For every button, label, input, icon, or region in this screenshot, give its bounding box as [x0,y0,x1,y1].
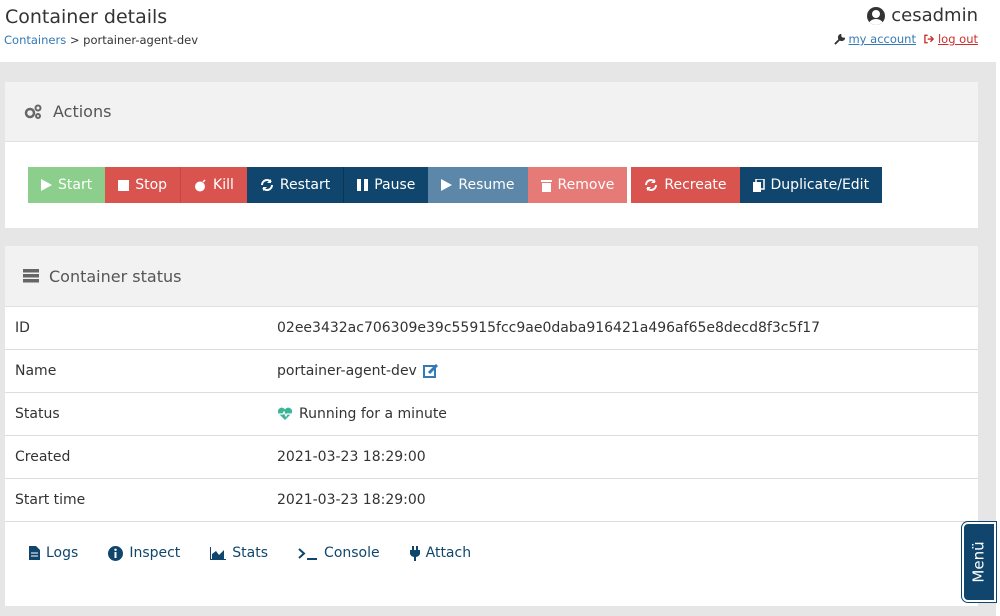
log-out-label: log out [937,32,978,46]
sign-out-icon [924,34,935,44]
main-content: Actions Start Stop Kill Restart Pause Re… [0,62,996,616]
resume-button[interactable]: Resume [428,167,528,203]
menu-tab-label: Menü [970,541,988,583]
wrench-icon [834,33,846,45]
console-link[interactable]: Console [298,545,380,561]
inspect-link[interactable]: Inspect [108,545,180,561]
resume-label: Resume [458,177,515,193]
container-links: Logs Inspect Stats Console Attach [5,522,978,584]
breadcrumb-separator: > [69,33,80,47]
restart-label: Restart [279,177,331,193]
status-key: Start time [15,492,86,508]
cogs-icon [24,104,42,119]
stop-icon [118,179,130,191]
play-icon [441,179,453,191]
status-row-id: ID 02ee3432ac706309e39c55915fcc9ae0daba9… [5,307,978,350]
edit-icon[interactable] [422,363,439,379]
container-status-value: Running for a minute [277,406,447,422]
pause-button[interactable]: Pause [343,167,429,203]
status-row-created: Created 2021-03-23 18:29:00 [5,436,978,479]
stop-label: Stop [135,177,168,193]
play-icon [41,179,52,191]
created-value: 2021-03-23 18:29:00 [277,449,426,465]
container-id-value: 02ee3432ac706309e39c55915fcc9ae0daba9164… [277,320,820,336]
action-buttons: Start Stop Kill Restart Pause Resume Rem… [28,167,883,203]
start-label: Start [58,177,93,193]
console-label: Console [324,545,380,561]
plug-icon [409,545,420,561]
recreate-button[interactable]: Recreate [631,167,740,203]
remove-label: Remove [557,177,615,193]
page-header: Container details Containers > portainer… [0,0,1000,62]
inspect-label: Inspect [129,545,181,561]
kill-label: Kill [213,177,234,193]
refresh-icon [645,179,658,191]
refresh-icon [260,179,273,191]
start-button[interactable]: Start [28,167,106,203]
breadcrumb-current: portainer-agent-dev [83,33,199,47]
my-account-link[interactable]: my account [834,32,916,46]
container-status-panel: Container status ID 02ee3432ac706309e39c… [5,246,978,606]
restart-button[interactable]: Restart [246,167,344,203]
created-text: 2021-03-23 18:29:00 [277,449,426,465]
file-text-icon [29,546,40,560]
status-panel-header: Container status [5,246,978,307]
area-chart-icon [210,546,227,560]
username: cesadmin [891,5,978,26]
actions-panel: Actions Start Stop Kill Restart Pause Re… [5,82,978,228]
start-time-value: 2021-03-23 18:29:00 [277,492,426,508]
breadcrumb: Containers > portainer-agent-dev [4,33,198,47]
user-circle-icon [867,6,886,25]
status-row-name: Name portainer-agent-dev [5,350,978,393]
status-row-start-time: Start time 2021-03-23 18:29:00 [5,479,978,522]
bomb-icon [195,178,206,191]
duplicate-edit-label: Duplicate/Edit [770,177,870,193]
logs-label: Logs [46,545,79,561]
my-account-label: my account [848,32,916,46]
status-title: Container status [49,266,182,286]
recreate-button-group: Recreate Duplicate/Edit [631,167,883,203]
status-key: ID [15,320,30,336]
user-name-row: cesadmin [834,5,978,26]
container-id-text: 02ee3432ac706309e39c55915fcc9ae0daba9164… [277,320,821,336]
duplicate-edit-button[interactable]: Duplicate/Edit [739,167,883,203]
attach-label: Attach [425,545,472,561]
log-out-link[interactable]: log out [924,32,978,46]
pause-label: Pause [374,177,416,193]
actions-panel-header: Actions [5,82,978,142]
stop-button[interactable]: Stop [105,167,181,203]
status-key: Created [15,449,71,465]
status-row-status: Status Running for a minute [5,393,978,436]
status-key: Name [15,363,57,379]
recreate-label: Recreate [664,177,727,193]
pause-icon [357,179,369,191]
page-edge [996,0,1000,616]
server-icon [23,269,39,283]
stats-link[interactable]: Stats [210,545,268,561]
copy-icon [752,178,765,192]
remove-button[interactable]: Remove [527,167,628,203]
trash-icon [540,179,552,192]
lifecycle-button-group: Start Stop Kill Restart Pause Resume Rem… [28,167,628,203]
page-title: Container details [5,6,168,28]
terminal-icon [298,547,318,560]
kill-button[interactable]: Kill [180,167,247,203]
stats-label: Stats [232,545,269,561]
actions-title: Actions [53,102,112,121]
user-links: my account log out [834,32,978,46]
container-name-value: portainer-agent-dev [277,363,439,379]
container-status-text: Running for a minute [299,406,447,422]
attach-link[interactable]: Attach [409,545,472,561]
status-key: Status [15,406,60,422]
logs-link[interactable]: Logs [29,545,78,561]
menu-tab[interactable]: Menü [962,522,996,602]
breadcrumb-containers-link[interactable]: Containers [4,33,66,47]
user-block: cesadmin my account log out [834,5,978,46]
start-time-text: 2021-03-23 18:29:00 [277,492,426,508]
heartbeat-icon [277,407,293,420]
container-name-text: portainer-agent-dev [277,363,417,379]
info-circle-icon [108,545,124,561]
